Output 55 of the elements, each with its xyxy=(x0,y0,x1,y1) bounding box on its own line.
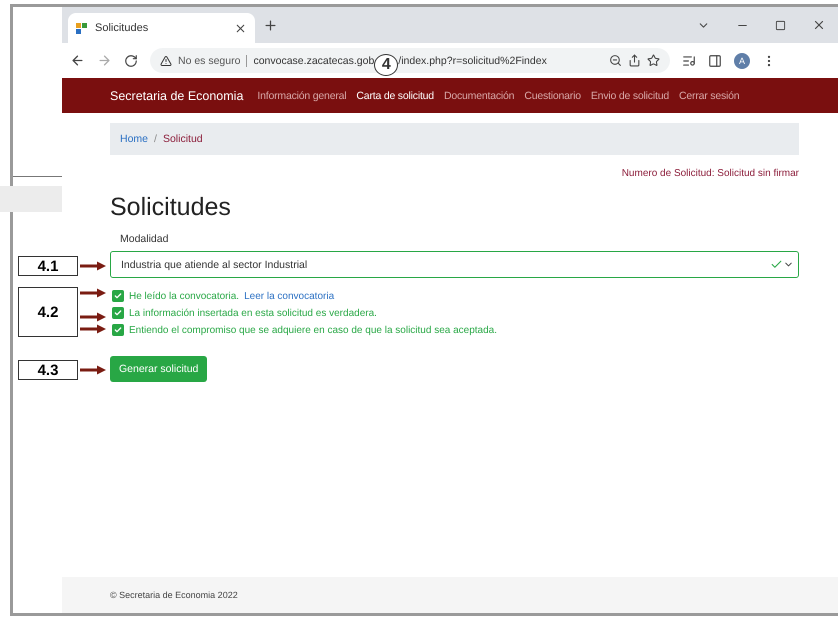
site-icon xyxy=(76,22,87,34)
tab-title: Solicitudes xyxy=(95,22,150,34)
close-icon[interactable] xyxy=(234,22,247,34)
footer-text: © Secretaria de Economia 2022 xyxy=(110,590,238,600)
step-marker: 4 xyxy=(374,54,398,76)
generate-button[interactable]: Generar solicitud xyxy=(110,356,208,382)
back-icon[interactable] xyxy=(70,53,85,68)
check-icon xyxy=(114,309,122,317)
step-label: 4.1 xyxy=(18,256,78,276)
star-icon[interactable] xyxy=(647,54,660,67)
arrow-icon xyxy=(80,312,106,322)
breadcrumb-link[interactable]: Home xyxy=(120,133,148,145)
convocatoria-link[interactable]: Leer la convocatoria xyxy=(244,290,334,302)
field-label: Modalidad xyxy=(120,233,170,245)
arrow-icon xyxy=(80,288,106,298)
nav-link[interactable]: Información general xyxy=(257,90,346,102)
brand-title[interactable]: Secretaria de Economia xyxy=(110,88,244,102)
arrow-icon xyxy=(80,365,106,375)
url-text: /index.php?r=solicitud%2Findex xyxy=(398,54,547,66)
browser-tab[interactable]: Solicitudes xyxy=(68,13,255,43)
warning-icon xyxy=(160,54,172,66)
side-panel-icon[interactable] xyxy=(708,54,722,68)
arrow-icon xyxy=(80,261,106,271)
checkbox[interactable] xyxy=(112,290,124,302)
new-tab-icon[interactable] xyxy=(263,18,278,32)
nav-link[interactable]: Carta de solicitud xyxy=(356,90,434,102)
checkbox-label: He leído la convocatoria. xyxy=(129,290,240,302)
checkbox[interactable] xyxy=(112,324,124,336)
step-label: 4.2 xyxy=(18,287,78,337)
nav-link[interactable]: Cerrar sesión xyxy=(679,90,740,102)
security-label: No es seguro xyxy=(178,54,248,66)
media-icon[interactable] xyxy=(682,54,696,68)
url-text: convocase.zacatecas.gob xyxy=(253,54,374,66)
step-label: 4.3 xyxy=(18,360,78,380)
page-title: Solicitudes xyxy=(110,193,232,222)
check-icon xyxy=(114,292,122,300)
close-icon[interactable] xyxy=(812,18,826,32)
nav-link[interactable]: Cuestionario xyxy=(524,90,581,102)
zoom-icon[interactable] xyxy=(609,54,622,67)
check-icon xyxy=(114,326,122,334)
nav-link[interactable]: Envio de solicitud xyxy=(590,90,669,102)
share-icon[interactable] xyxy=(628,54,641,67)
nav-link[interactable]: Documentación xyxy=(444,90,514,102)
request-number: Numero de Solicitud: Solicitud sin firmar xyxy=(622,168,799,179)
checkbox-label: Entiendo el compromiso que se adquiere en caso de que la solicitud sea aceptada. xyxy=(129,324,498,336)
modalidad-select[interactable]: Industria que atiende al sector Industrial xyxy=(110,251,799,278)
avatar[interactable]: A xyxy=(734,52,750,68)
reload-icon[interactable] xyxy=(124,54,138,68)
breadcrumb-separator: / xyxy=(154,133,157,145)
maximize-icon[interactable] xyxy=(775,18,786,32)
arrow-icon xyxy=(80,324,106,334)
breadcrumb-current: Solicitud xyxy=(162,133,203,145)
checkbox[interactable] xyxy=(112,307,124,319)
address-bar[interactable]: No es seguro convocase.zacatecas.gob 4 /index.php?r=solicitud%2Findex xyxy=(150,48,670,73)
checkbox-label: La información insertada en esta solicitud es verdadera. xyxy=(129,308,377,318)
